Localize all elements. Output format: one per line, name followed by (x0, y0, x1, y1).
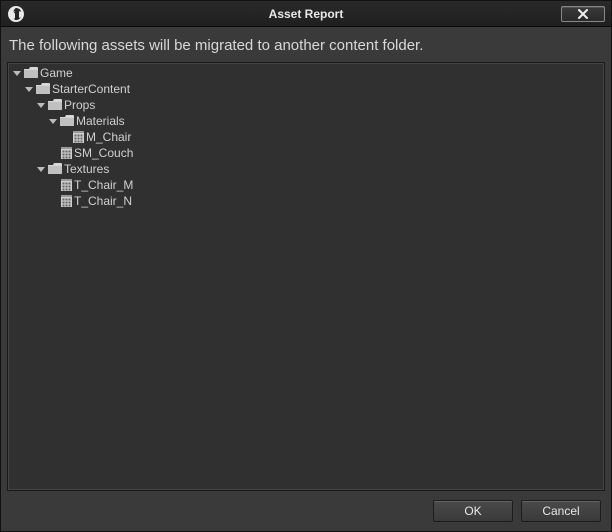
tree-asset-t-chair-n[interactable]: T_Chair_N (44, 193, 604, 209)
asset-icon (60, 179, 72, 191)
asset-icon (72, 131, 84, 143)
close-icon (577, 9, 589, 19)
expander-spacer (48, 196, 58, 206)
tree-label: T_Chair_N (74, 194, 132, 208)
asset-tree: Game StarterContent (8, 65, 604, 209)
tree-folder-game[interactable]: Game (8, 65, 604, 81)
tree-label: Textures (64, 162, 109, 176)
cancel-button[interactable]: Cancel (521, 500, 601, 522)
tree-label: StarterContent (52, 82, 130, 96)
tree-folder-textures[interactable]: Textures (32, 161, 604, 177)
folder-icon (24, 67, 38, 79)
folder-icon (36, 83, 50, 95)
close-button[interactable] (561, 6, 605, 22)
asset-report-window: Asset Report The following assets will b… (0, 0, 612, 532)
titlebar: Asset Report (1, 1, 611, 27)
tree-asset-sm-couch[interactable]: SM_Couch (44, 145, 604, 161)
tree-label: M_Chair (86, 130, 131, 144)
unreal-logo-icon (7, 5, 25, 23)
tree-folder-props[interactable]: Props (32, 97, 604, 113)
expander-icon[interactable] (48, 116, 58, 126)
dialog-footer: OK Cancel (7, 497, 605, 525)
tree-asset-t-chair-m[interactable]: T_Chair_M (44, 177, 604, 193)
tree-label: Materials (76, 114, 125, 128)
tree-label: SM_Couch (74, 146, 133, 160)
expander-icon[interactable] (36, 164, 46, 174)
tree-asset-m-chair[interactable]: M_Chair (56, 129, 604, 145)
folder-icon (60, 115, 74, 127)
asset-tree-panel[interactable]: Game StarterContent (7, 62, 605, 491)
tree-label: T_Chair_M (74, 178, 133, 192)
migration-message: The following assets will be migrated to… (7, 33, 605, 56)
tree-folder-startercontent[interactable]: StarterContent (20, 81, 604, 97)
expander-icon[interactable] (12, 68, 22, 78)
asset-icon (60, 195, 72, 207)
expander-icon[interactable] (24, 84, 34, 94)
folder-icon (48, 163, 62, 175)
tree-label: Props (64, 98, 95, 112)
window-title: Asset Report (1, 7, 611, 21)
ok-button[interactable]: OK (433, 500, 513, 522)
tree-folder-materials[interactable]: Materials (44, 113, 604, 129)
folder-icon (48, 99, 62, 111)
expander-spacer (48, 148, 58, 158)
asset-icon (60, 147, 72, 159)
dialog-body: The following assets will be migrated to… (1, 27, 611, 531)
expander-icon[interactable] (36, 100, 46, 110)
expander-spacer (60, 132, 70, 142)
expander-spacer (48, 180, 58, 190)
tree-label: Game (40, 66, 73, 80)
